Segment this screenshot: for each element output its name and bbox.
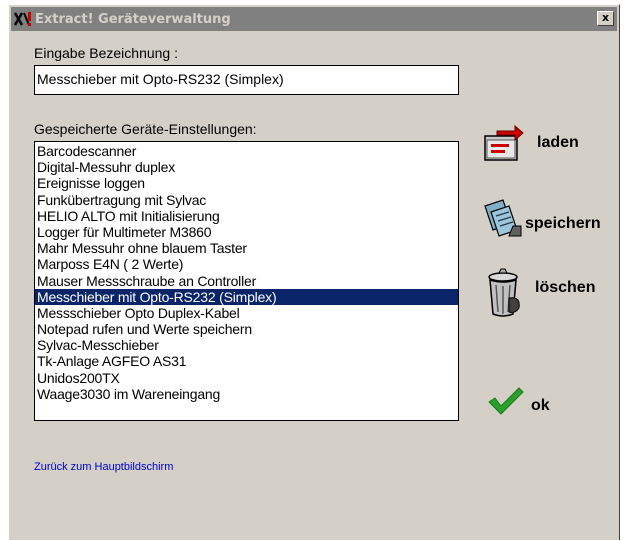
device-list-item[interactable]: Messschieber Opto Duplex-Kabel <box>35 305 458 321</box>
device-name-input[interactable]: Messchieber mit Opto-RS232 (Simplex) <box>34 65 459 95</box>
ok-label: ok <box>531 397 550 414</box>
window-title: Extract! Geräteverwaltung <box>35 11 231 27</box>
device-list-item[interactable]: Mauser Messschraube an Controller <box>35 273 458 289</box>
device-list-item[interactable]: Waage3030 im Wareneingang <box>35 386 458 402</box>
device-list-item[interactable]: Barcodescanner <box>35 143 458 159</box>
device-list-item[interactable]: Digital-Messuhr duplex <box>35 159 458 175</box>
save-button[interactable]: speichern <box>481 196 601 240</box>
delete-button[interactable]: löschen <box>485 268 595 320</box>
title-bar[interactable]: Extract! Geräteverwaltung x <box>11 7 617 31</box>
device-list-item[interactable]: Unidos200TX <box>35 370 458 386</box>
ok-button[interactable]: ok <box>487 386 550 416</box>
saved-settings-label: Gespeicherte Geräte-Einstellungen: <box>34 121 257 137</box>
save-documents-icon <box>484 199 522 237</box>
device-list-item[interactable]: Messchieber mit Opto-RS232 (Simplex) <box>35 288 458 305</box>
load-button[interactable]: laden <box>481 122 579 166</box>
delete-label: löschen <box>535 278 596 296</box>
device-list-item[interactable]: Ereignisse loggen <box>35 175 458 191</box>
device-list-item[interactable]: Notepad rufen und Werte speichern <box>35 321 458 337</box>
app-logo-icon <box>13 12 31 26</box>
name-field-label: Eingabe Bezeichnung : <box>34 45 178 61</box>
back-to-main-link[interactable]: Zurück zum Hauptbildschirm <box>34 461 173 473</box>
device-list-item[interactable]: HELIO ALTO mit Initialisierung <box>35 208 458 224</box>
load-folder-icon <box>484 124 524 161</box>
save-label: speichern <box>525 215 601 232</box>
saved-devices-list[interactable]: Barcodescanner Digital-Messuhr duplex Erei… <box>34 141 459 421</box>
checkmark-icon <box>488 387 524 415</box>
device-list-item[interactable]: Funkübertragung mit Sylvac <box>35 192 458 208</box>
device-list-item[interactable]: Tk-Anlage AGFEO AS31 <box>35 353 458 369</box>
trash-can-icon <box>488 268 520 317</box>
device-manager-window: Extract! Geräteverwaltung x Eingabe Beze… <box>8 4 620 540</box>
device-list-item[interactable]: Marposs E4N ( 2 Werte) <box>35 256 458 272</box>
device-list-item[interactable]: Logger für Multimeter M3860 <box>35 224 458 240</box>
device-list-item[interactable]: Sylvac-Messchieber <box>35 337 458 353</box>
load-label: laden <box>537 134 579 151</box>
device-list-item[interactable]: Mahr Messuhr ohne blauem Taster <box>35 240 458 256</box>
close-button[interactable]: x <box>597 11 614 26</box>
